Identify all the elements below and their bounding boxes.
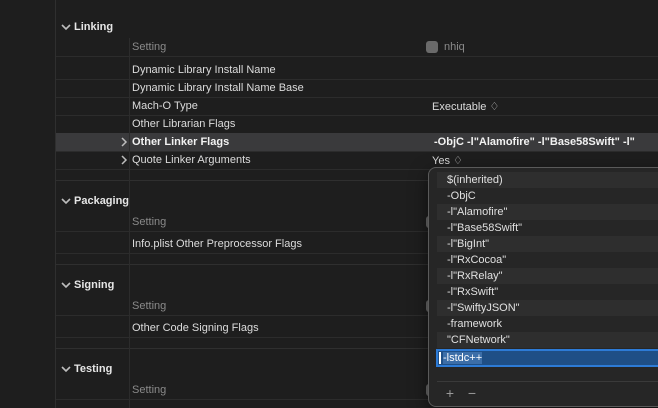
list-item[interactable]: $(inherited)	[437, 172, 658, 188]
list-item[interactable]: -ObjC	[437, 188, 658, 204]
setting-row[interactable]: Mach-O Type Executable ♢	[56, 97, 658, 116]
setting-name: Dynamic Library Install Name Base	[132, 82, 304, 94]
chevron-down-icon[interactable]	[60, 363, 72, 375]
list-item[interactable]: -l"RxCocoa"	[437, 252, 658, 268]
setting-column-label: Setting	[132, 384, 167, 396]
chevron-right-icon[interactable]	[120, 137, 128, 147]
list-item[interactable]: -l"BigInt"	[437, 236, 658, 252]
setting-name: Mach-O Type	[132, 100, 198, 112]
add-button[interactable]: +	[443, 386, 457, 400]
setting-column-label: Setting	[132, 41, 167, 53]
setting-value-popup[interactable]: Yes ♢	[432, 154, 463, 167]
list-item[interactable]: -l"SwiftyJSON"	[437, 300, 658, 316]
list-item[interactable]: -l"Base58Swift"	[437, 220, 658, 236]
setting-row[interactable]: Dynamic Library Install Name	[56, 61, 658, 80]
target-app-icon	[426, 41, 438, 53]
list-item[interactable]: -l"RxRelay"	[437, 268, 658, 284]
setting-value-popup[interactable]: Executable ♢	[432, 100, 499, 113]
section-linking-header[interactable]: Linking	[56, 18, 658, 38]
setting-name: Quote Linker Arguments	[132, 154, 251, 166]
setting-name: Other Librarian Flags	[132, 118, 236, 130]
editing-text-field[interactable]: -lstdc++	[443, 352, 483, 364]
settings-column-header: Setting nhiq	[56, 38, 658, 57]
setting-column-label: Setting	[132, 300, 167, 312]
list-item[interactable]: -l"Alamofire"	[437, 204, 658, 220]
remove-button[interactable]: −	[465, 386, 479, 400]
section-title: Packaging	[74, 195, 130, 207]
chevron-down-icon[interactable]	[60, 195, 72, 207]
setting-value[interactable]: -ObjC -l"Alamofire" -l"Base58Swift" -l"	[434, 136, 635, 148]
list-item[interactable]: "CFNetwork"	[437, 332, 658, 348]
section-title: Signing	[74, 279, 115, 291]
linker-flags-list: $(inherited) -ObjC -l"Alamofire" -l"Base…	[436, 172, 658, 367]
target-name: nhiq	[444, 41, 465, 53]
section-title: Testing	[74, 363, 113, 375]
setting-column-label: Setting	[132, 216, 167, 228]
setting-name: Dynamic Library Install Name	[132, 64, 276, 76]
setting-row-selected[interactable]: Other Linker Flags -ObjC -l"Alamofire" -…	[56, 133, 658, 152]
setting-name: Other Code Signing Flags	[132, 322, 259, 334]
section-title: Linking	[74, 21, 114, 33]
linker-flags-popover: $(inherited) -ObjC -l"Alamofire" -l"Base…	[428, 167, 658, 407]
setting-name: Info.plist Other Preprocessor Flags	[132, 238, 302, 250]
chevron-down-icon[interactable]	[60, 279, 72, 291]
setting-row[interactable]: Dynamic Library Install Name Base	[56, 79, 658, 98]
list-item[interactable]: -l"RxSwift"	[437, 284, 658, 300]
chevron-down-icon[interactable]	[60, 21, 72, 33]
popover-footer: + −	[437, 381, 658, 406]
left-gutter	[0, 0, 56, 408]
list-item-editing[interactable]: -lstdc++	[436, 349, 658, 367]
setting-name: Other Linker Flags	[132, 136, 230, 148]
column-divider	[129, 38, 130, 408]
setting-row[interactable]: Other Librarian Flags	[56, 115, 658, 134]
chevron-right-icon[interactable]	[120, 155, 128, 165]
list-item[interactable]: -framework	[437, 316, 658, 332]
text-caret	[439, 352, 441, 365]
